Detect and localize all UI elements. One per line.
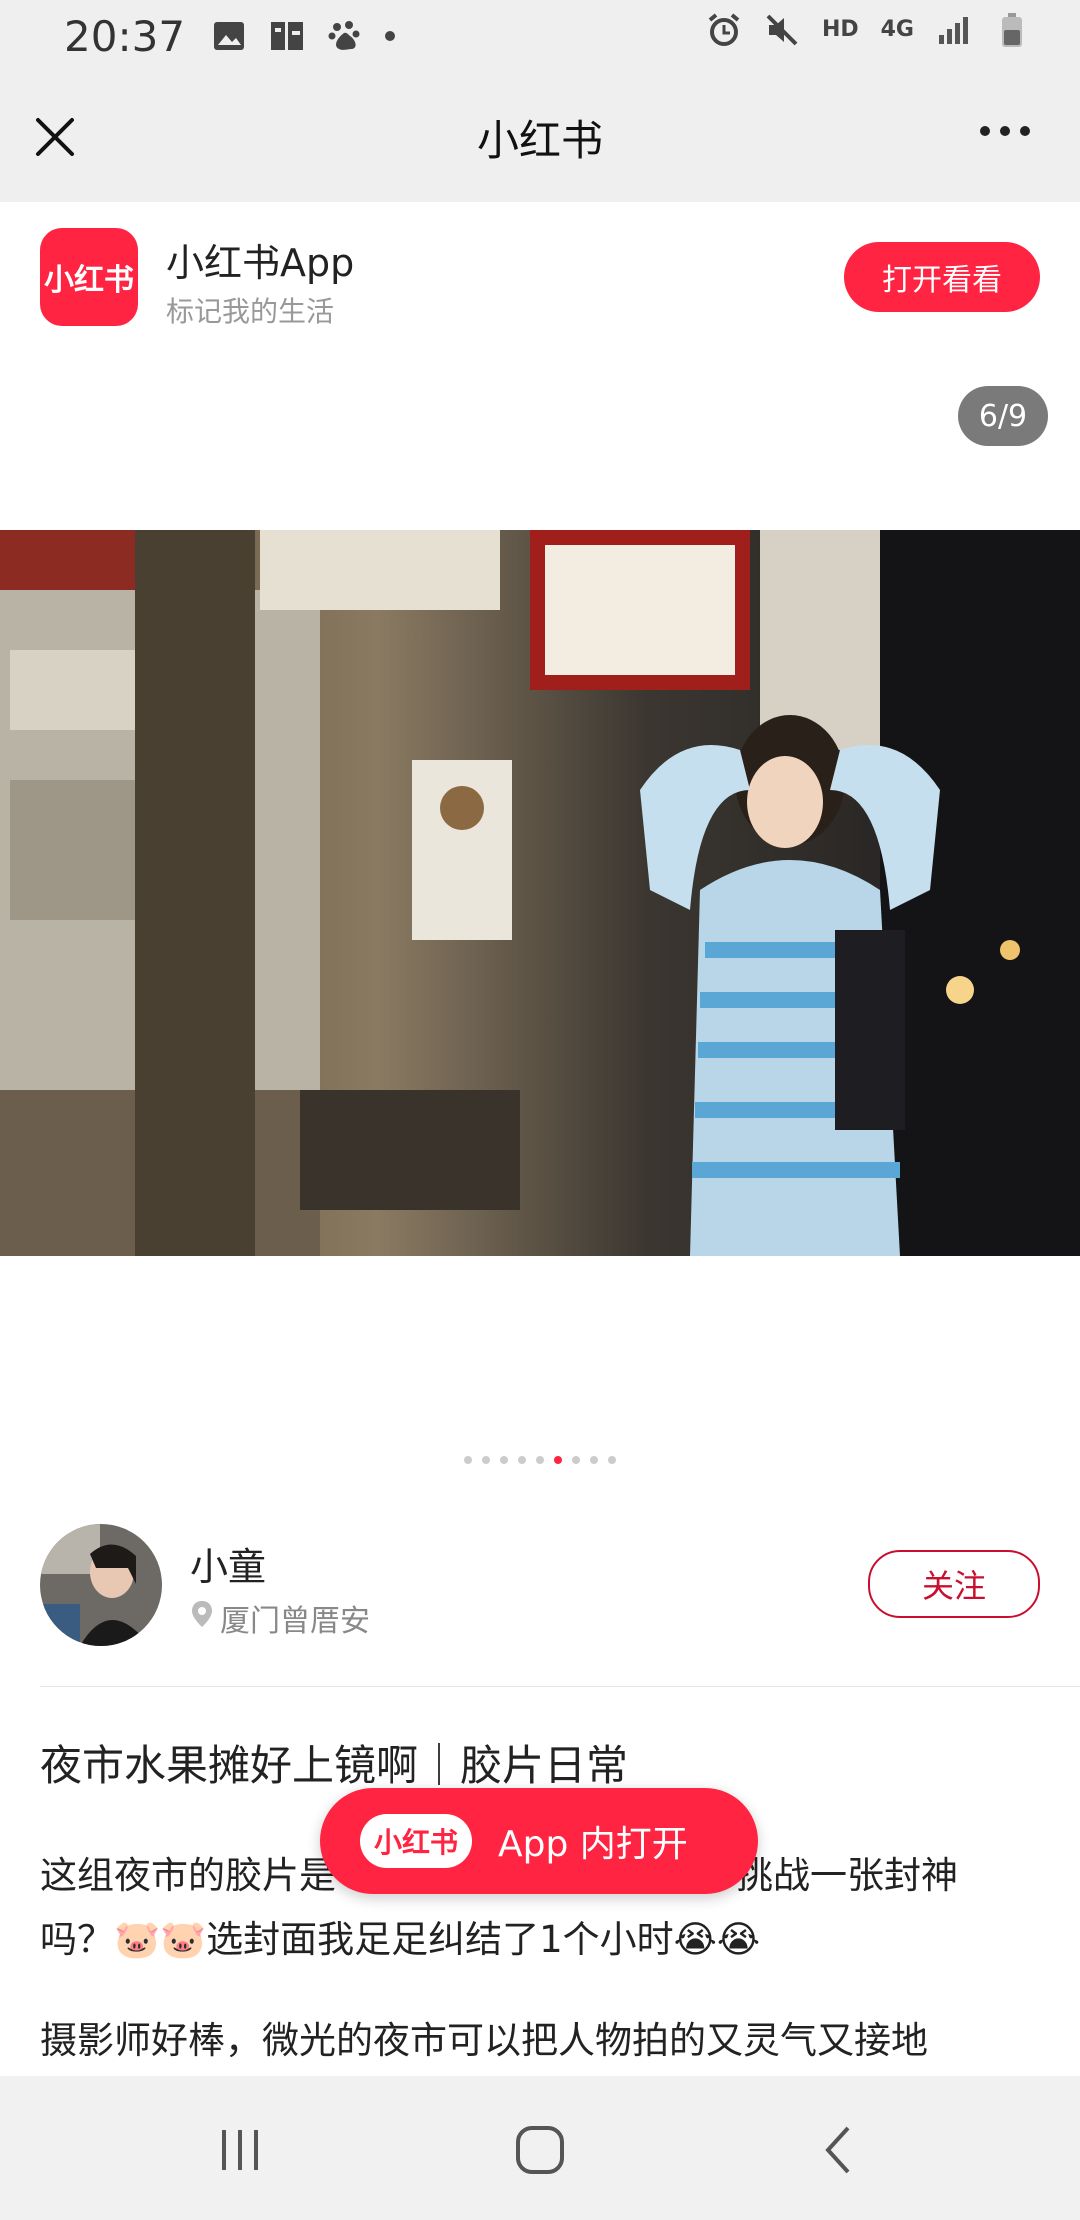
image-carousel[interactable]: 6/9 — [0, 352, 1080, 1472]
author-row: 小童 厦门曾厝安 关注 — [0, 1520, 1080, 1680]
status-bar: 20:37 HD 4G — [0, 0, 1080, 72]
carousel-dot — [482, 1456, 490, 1464]
carousel-dot — [572, 1456, 580, 1464]
post-body-line: 吗？🐷🐷选封面我足足纠结了1个小时😭😭 — [40, 1918, 761, 1961]
app-download-banner: 小红书 小红书App 标记我的生活 打开看看 — [0, 202, 1080, 353]
open-in-app-floating-button[interactable]: 小红书 App 内打开 — [320, 1788, 758, 1894]
carousel-dot — [608, 1456, 616, 1464]
post-photo[interactable] — [0, 530, 1080, 1256]
baidu-icon — [327, 18, 363, 54]
carousel-dot — [518, 1456, 526, 1464]
back-icon[interactable] — [810, 2120, 870, 2180]
alarm-icon — [706, 12, 742, 48]
gallery-icon — [211, 18, 247, 54]
app-slogan: 标记我的生活 — [166, 295, 335, 328]
follow-button[interactable]: 关注 — [868, 1550, 1040, 1618]
notification-dot-icon — [385, 31, 396, 41]
location-text: 厦门曾厝安 — [220, 1604, 370, 1639]
post-title: 夜市水果摊好上镜啊｜胶片日常 — [40, 1741, 629, 1790]
image-counter: 6/9 — [958, 386, 1048, 446]
battery-icon — [994, 12, 1030, 48]
xiaohongshu-logo: 小红书 — [360, 1814, 472, 1868]
more-options-icon[interactable] — [980, 126, 1030, 136]
app-name: 小红书App — [166, 241, 355, 285]
post-body-line: 摄影师好棒，微光的夜市可以把人物拍的又灵气又接地 — [40, 2019, 928, 2062]
hd-indicator: HD — [821, 17, 859, 42]
taobao-icon — [269, 18, 305, 54]
browser-header: 小红书 — [0, 72, 1080, 202]
location-pin-icon — [190, 1599, 214, 1637]
author-name[interactable]: 小童 — [190, 1536, 266, 1591]
network-4g-indicator: 4G — [880, 17, 914, 42]
home-icon[interactable] — [510, 2120, 570, 2180]
carousel-dot — [464, 1456, 472, 1464]
recent-apps-icon[interactable] — [210, 2120, 270, 2180]
open-in-app-label: App 内打开 — [498, 1824, 688, 1865]
close-icon[interactable] — [30, 112, 80, 162]
carousel-dot-active — [554, 1456, 562, 1464]
carousel-dot — [500, 1456, 508, 1464]
open-app-button[interactable]: 打开看看 — [844, 242, 1040, 312]
carousel-indicator — [0, 1456, 1080, 1464]
status-time: 20:37 — [64, 11, 186, 61]
author-location: 厦门曾厝安 — [190, 1596, 370, 1640]
page-title: 小红书 — [476, 115, 603, 165]
system-navigation-bar — [0, 2076, 1080, 2220]
xiaohongshu-logo: 小红书 — [40, 228, 138, 326]
divider — [40, 1686, 1080, 1687]
signal-icon — [936, 12, 972, 48]
carousel-dot — [590, 1456, 598, 1464]
mute-icon — [764, 12, 800, 48]
carousel-dot — [536, 1456, 544, 1464]
avatar[interactable] — [40, 1524, 162, 1646]
